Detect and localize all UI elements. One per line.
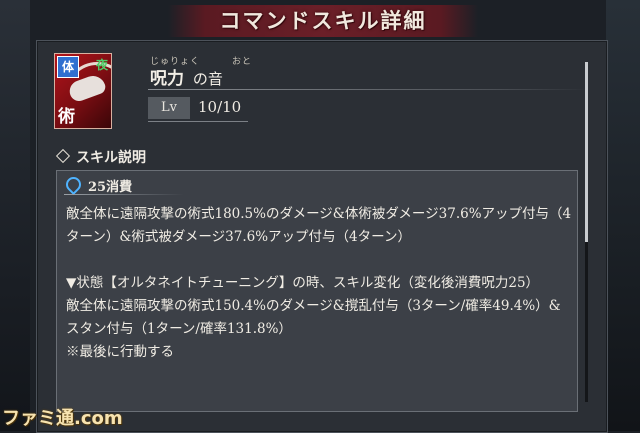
right-frame-decoration: [606, 0, 640, 431]
cost-row: 25消費: [62, 173, 133, 196]
diamond-icon: [55, 148, 71, 164]
section-title: スキル説明: [55, 147, 146, 167]
tai-badge-icon: 体: [57, 56, 79, 78]
level-value: 10/10: [198, 98, 242, 116]
skill-icon: 体 夜 術: [54, 53, 112, 129]
water-drop-icon: [62, 173, 85, 196]
cost-divider: [64, 194, 184, 195]
scrollbar-thumb[interactable]: [585, 62, 588, 242]
cost-text: 25消費: [88, 180, 133, 195]
skill-name-main: 呪力: [150, 69, 184, 89]
skill-name-divider: [148, 89, 588, 90]
jutsu-glyph-icon: 術: [58, 107, 75, 127]
level-divider: [148, 121, 248, 122]
skill-name-sub: の音: [192, 70, 223, 88]
ruby-oto: おと: [232, 57, 253, 67]
yoru-glyph-icon: 夜: [95, 58, 108, 72]
level-label: Lv: [148, 97, 190, 119]
watermark-logo: ファミ通.com: [2, 408, 123, 429]
section-title-label: スキル説明: [76, 150, 146, 166]
skill-description: 敵全体に遠隔攻撃の術式180.5%のダメージ&体術被ダメージ37.6%アップ付与…: [66, 206, 572, 360]
left-frame-decoration: [0, 0, 30, 431]
page-title: コマンドスキル詳細: [168, 5, 478, 37]
skill-name: 呪力 の音: [150, 64, 223, 89]
